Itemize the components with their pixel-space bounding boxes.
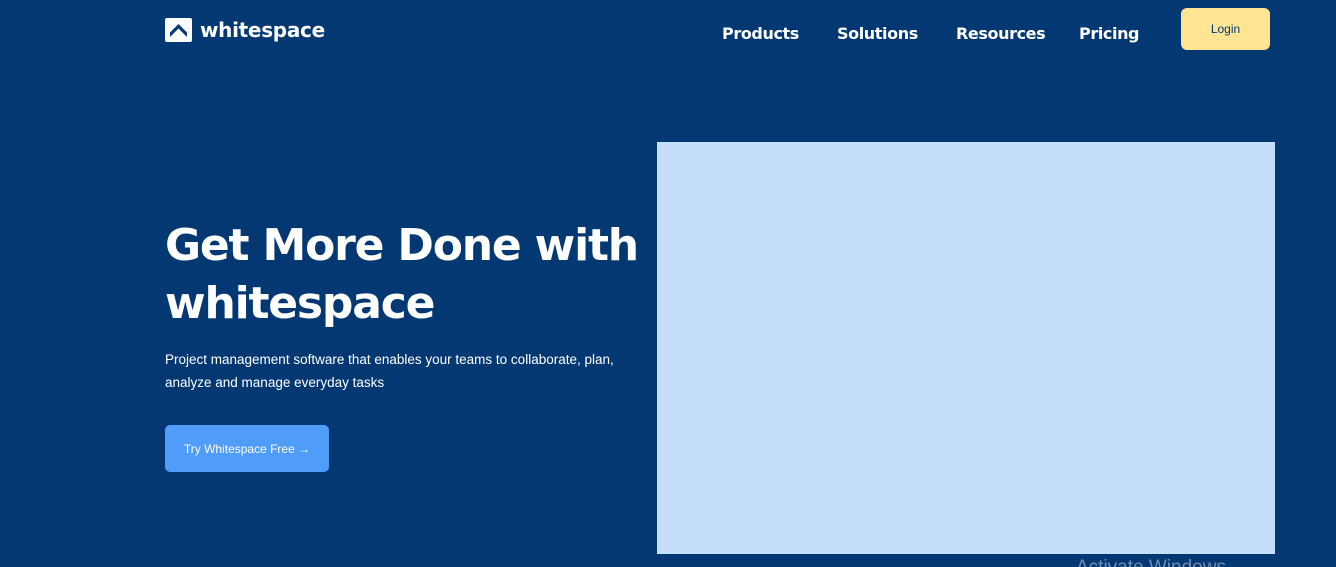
nav-item-solutions[interactable]: Solutions [837,24,918,43]
whitespace-chevron-icon [165,18,192,42]
nav-item-resources[interactable]: Resources [956,24,1046,43]
landing-page: whitespace Products Solutions Resources … [0,0,1336,567]
hero-subtitle: Project management software that enables… [165,352,614,390]
hero-title: Get More Done with whitespace [165,220,639,329]
try-free-button[interactable]: Try Whitespace Free → [165,425,329,472]
brand-logo[interactable]: whitespace [165,18,325,42]
activate-windows-watermark: Activate Windows [1076,557,1226,567]
nav-item-pricing[interactable]: Pricing [1079,24,1140,43]
login-button[interactable]: Login [1181,8,1270,50]
nav-item-products[interactable]: Products [722,24,799,43]
brand-name: whitespace [200,18,325,42]
hero-image-placeholder [657,142,1275,554]
